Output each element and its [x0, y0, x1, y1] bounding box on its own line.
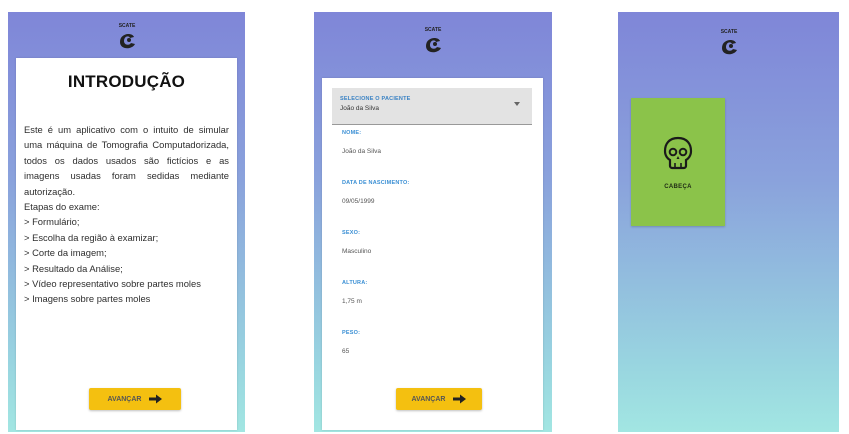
select-label: SELECIONE O PACIENTE [340, 96, 411, 102]
avancar-button-label: AVANÇAR [107, 395, 142, 403]
name-value: João da Silva [342, 148, 382, 155]
intro-card: INTRODUÇÃO Este é um aplicativo com o in… [16, 58, 237, 430]
sex-value: Masculino [342, 248, 372, 255]
region-label: CABEÇA [664, 184, 692, 190]
list-item: > Corte da imagem; [24, 247, 107, 259]
birthdate-label: DATA DE NASCIMENTO: [342, 180, 410, 186]
height-label: ALTURA: [342, 280, 368, 286]
logo-text: SCATE [720, 29, 737, 35]
select-value: João da Silva [340, 105, 380, 112]
avancar-button[interactable]: AVANÇAR [396, 388, 482, 410]
list-item: > Imagens sobre partes moles [24, 293, 151, 305]
intro-text: Este é um aplicativo com o intuito de si… [24, 122, 229, 307]
list-item: > Vídeo representativo sobre partes mole… [24, 278, 201, 290]
patient-card: SELECIONE O PACIENTE João da Silva NOME:… [322, 78, 543, 430]
intro-screen: SCATE INTRODUÇÃO Este é um aplicativo co… [8, 12, 245, 432]
avancar-button-label: AVANÇAR [411, 395, 446, 403]
sex-label: SEXO: [342, 230, 361, 236]
weight-label: PESO: [342, 330, 361, 336]
weight-value: 65 [342, 348, 350, 355]
steps-title: Etapas do exame: [24, 201, 100, 213]
arrow-right-icon [149, 394, 163, 404]
name-label: NOME: [342, 130, 362, 136]
patient-select[interactable]: SELECIONE O PACIENTE João da Silva [332, 88, 532, 125]
skull-icon [663, 136, 693, 170]
logo-text: SCATE [425, 27, 442, 33]
region-select-screen: SCATE CABEÇA [618, 12, 839, 432]
logo-text: SCATE [118, 23, 135, 29]
page-title: INTRODUÇÃO [67, 72, 186, 91]
region-tile-head[interactable]: CABEÇA [631, 98, 725, 226]
patient-form-screen: SCATE SELECIONE O PACIENTE João da Silva… [314, 12, 552, 432]
chevron-down-icon [514, 102, 520, 106]
list-item: > Escolha da região à examizar; [24, 231, 159, 243]
height-value: 1,75 m [342, 298, 362, 305]
app-logo-icon: SCATE [110, 20, 144, 54]
steps-list: > Formulário; > Escolha da região à exam… [24, 214, 229, 306]
birthdate-value: 09/05/1999 [342, 198, 375, 205]
arrow-right-icon [453, 394, 467, 404]
avancar-button[interactable]: AVANÇAR [89, 388, 181, 410]
app-logo-icon: SCATE [416, 24, 450, 58]
app-logo-icon: SCATE [712, 26, 746, 60]
list-item: > Resultado da Análise; [24, 262, 123, 274]
intro-paragraph: Este é um aplicativo com o intuito de si… [24, 124, 229, 197]
list-item: > Formulário; [24, 216, 80, 228]
